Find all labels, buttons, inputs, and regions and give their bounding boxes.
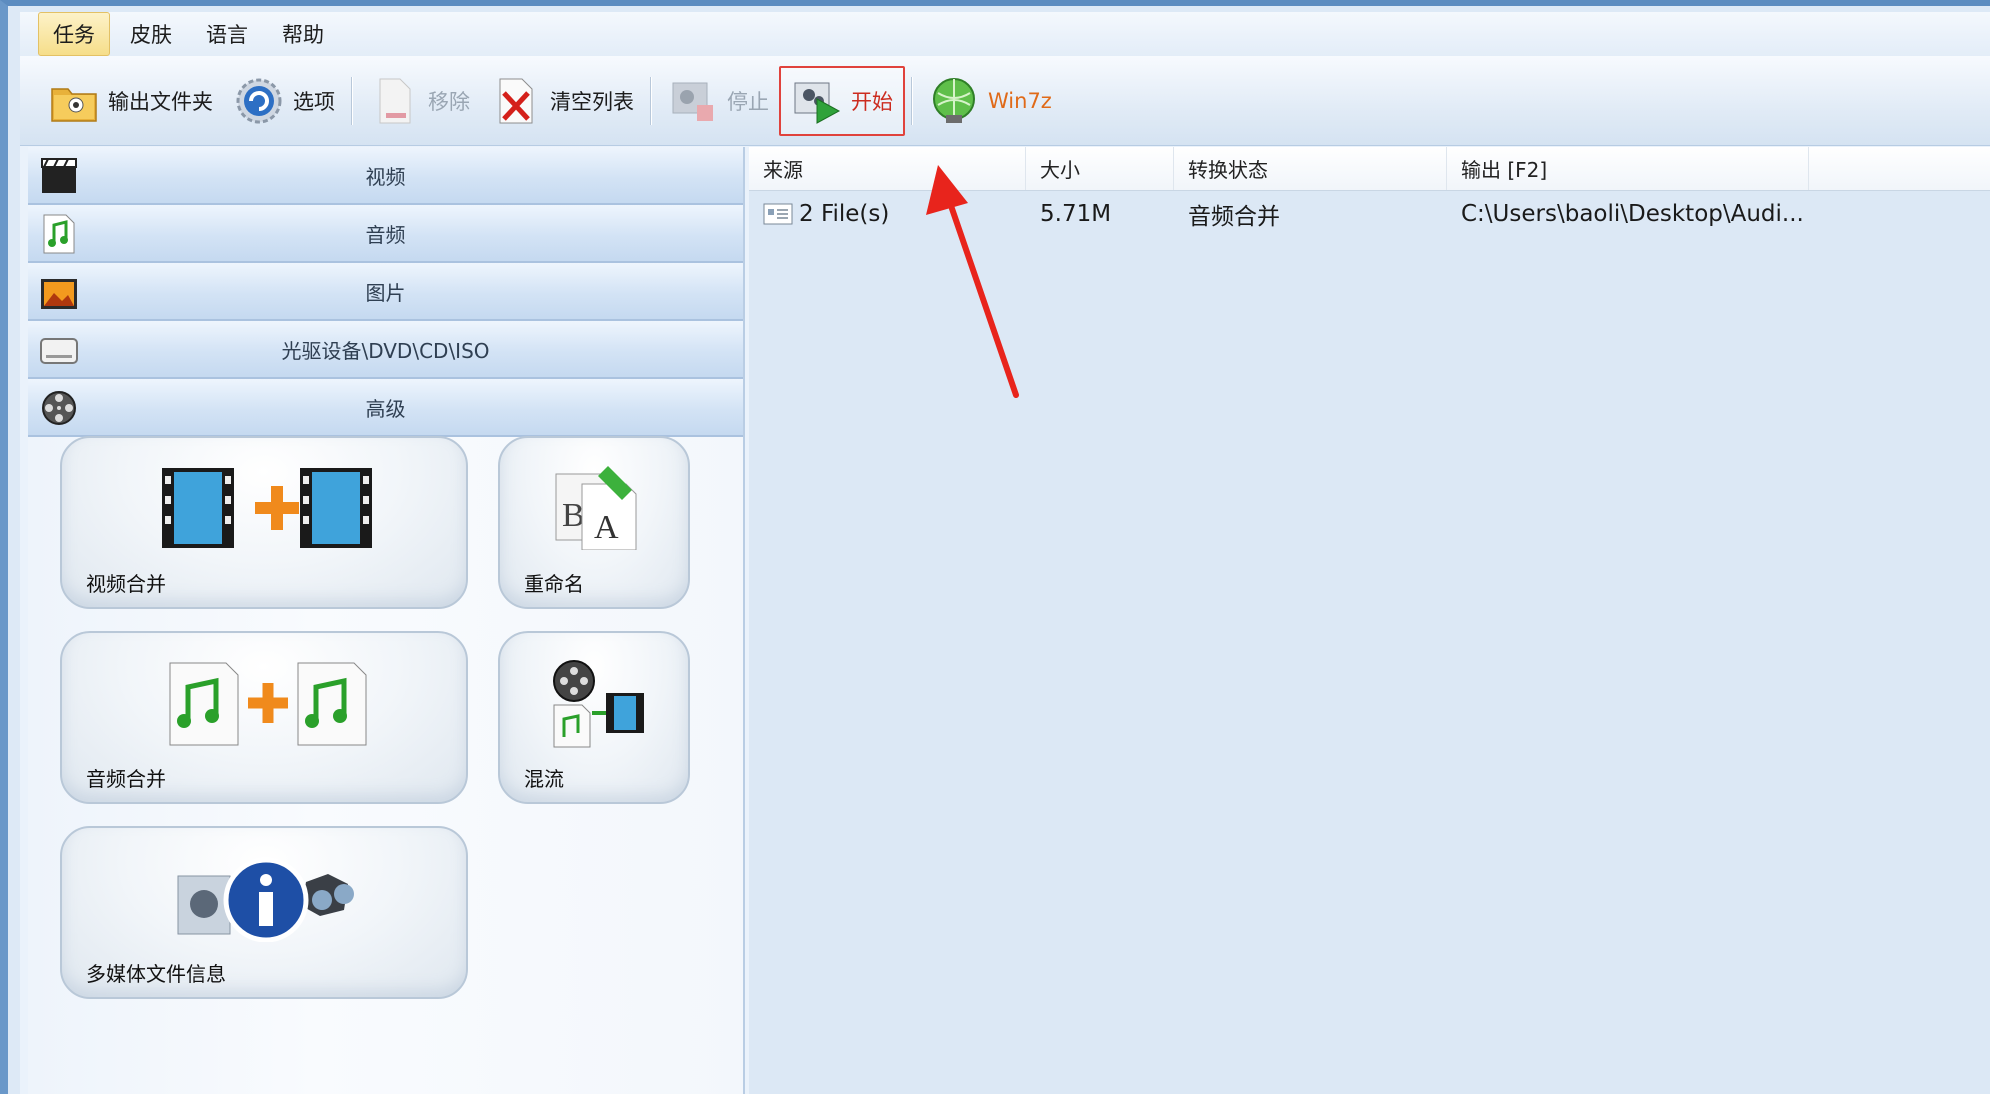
svg-text:B: B <box>562 497 585 534</box>
media-info-tile[interactable]: 多媒体文件信息 <box>60 826 468 999</box>
row-output: C:\Users\baoli\Desktop\Audi... <box>1461 201 1804 227</box>
video-merge-tile[interactable]: 视频合并 <box>60 436 468 609</box>
audio-merge-tile[interactable]: 音频合并 <box>60 631 468 804</box>
column-size[interactable]: 大小 <box>1026 147 1174 190</box>
picture-icon <box>41 279 77 309</box>
toolbar: 输出文件夹 选项 移除 清空列表 停止 开始 Win7z <box>20 56 1990 146</box>
column-status[interactable]: 转换状态 <box>1174 147 1447 190</box>
remove-label: 移除 <box>428 89 470 114</box>
options-button[interactable]: 选项 <box>223 66 345 136</box>
menu-skin[interactable]: 皮肤 <box>116 13 186 55</box>
output-folder-button[interactable]: 输出文件夹 <box>38 66 223 136</box>
clear-list-label: 清空列表 <box>550 89 634 114</box>
globe-icon <box>933 77 975 123</box>
row-source: 2 File(s) <box>799 201 890 227</box>
category-video-label: 视频 <box>365 164 406 189</box>
app-window: 任务 皮肤 语言 帮助 输出文件夹 选项 移除 清空列表 停止 开始 Win7z… <box>0 0 1990 1094</box>
clear-list-icon <box>499 78 533 123</box>
stop-icon <box>672 82 713 121</box>
category-image[interactable]: 图片 <box>28 263 743 321</box>
remove-button[interactable]: 移除 <box>358 66 480 136</box>
audio-merge-icon <box>169 662 367 746</box>
category-optical-label: 光驱设备\DVD\CD\ISO <box>281 338 490 363</box>
toolbar-separator <box>911 76 912 125</box>
window-content: 任务 皮肤 语言 帮助 输出文件夹 选项 移除 清空列表 停止 开始 Win7z… <box>20 12 1990 1094</box>
menu-bar: 任务 皮肤 语言 帮助 <box>20 12 1990 56</box>
stop-button[interactable]: 停止 <box>657 66 779 136</box>
toolbar-separator <box>650 76 651 125</box>
start-button[interactable]: 开始 <box>779 65 905 136</box>
folder-icon <box>51 87 97 122</box>
music-note-icon <box>43 214 75 254</box>
win7z-button[interactable]: Win7z <box>918 66 1062 136</box>
category-advanced-label: 高级 <box>365 396 406 421</box>
toolbar-separator <box>351 76 352 125</box>
gear-icon <box>236 78 282 123</box>
category-video[interactable]: 视频 <box>28 147 743 205</box>
category-audio[interactable]: 音频 <box>28 205 743 263</box>
options-label: 选项 <box>293 89 335 114</box>
start-label: 开始 <box>851 89 893 114</box>
annotation-arrow <box>926 165 1019 398</box>
win7z-label: Win7z <box>988 88 1052 113</box>
video-merge-label: 视频合并 <box>86 572 166 596</box>
category-image-label: 图片 <box>365 280 406 305</box>
remove-file-icon <box>379 78 411 123</box>
menu-language[interactable]: 语言 <box>192 13 262 55</box>
menu-help[interactable]: 帮助 <box>268 13 338 55</box>
info-icon <box>177 857 354 942</box>
film-reel-icon <box>42 391 76 425</box>
category-optical[interactable]: 光驱设备\DVD\CD\ISO <box>28 321 743 379</box>
output-folder-label: 输出文件夹 <box>108 89 213 114</box>
menu-task[interactable]: 任务 <box>38 12 110 56</box>
video-merge-icon <box>162 468 372 548</box>
row-status: 音频合并 <box>1188 204 1280 230</box>
media-info-label: 多媒体文件信息 <box>86 962 226 986</box>
file-list-icon <box>763 203 793 225</box>
mux-tile[interactable]: 混流 <box>498 631 690 804</box>
stop-label: 停止 <box>727 89 769 114</box>
row-size: 5.71M <box>1040 201 1112 227</box>
clapperboard-icon <box>41 158 77 193</box>
svg-text:A: A <box>594 509 619 546</box>
category-advanced[interactable]: 高级 <box>28 379 743 437</box>
category-audio-label: 音频 <box>365 222 406 247</box>
rename-icon: B A <box>555 466 637 550</box>
start-play-icon <box>794 82 841 124</box>
audio-merge-label: 音频合并 <box>86 767 166 791</box>
clear-list-button[interactable]: 清空列表 <box>480 66 644 136</box>
mux-label: 混流 <box>524 767 564 791</box>
rename-tile[interactable]: B A 重命名 <box>498 436 690 609</box>
mux-icon <box>553 660 644 748</box>
disc-drive-icon <box>40 338 78 364</box>
column-output[interactable]: 输出 [F2] <box>1447 147 1809 190</box>
rename-label: 重命名 <box>524 572 584 596</box>
category-panel: 视频 音频 图片 光驱设备\DVD\CD\ISO 高级 视频合并 B A 重命名… <box>28 147 745 1094</box>
